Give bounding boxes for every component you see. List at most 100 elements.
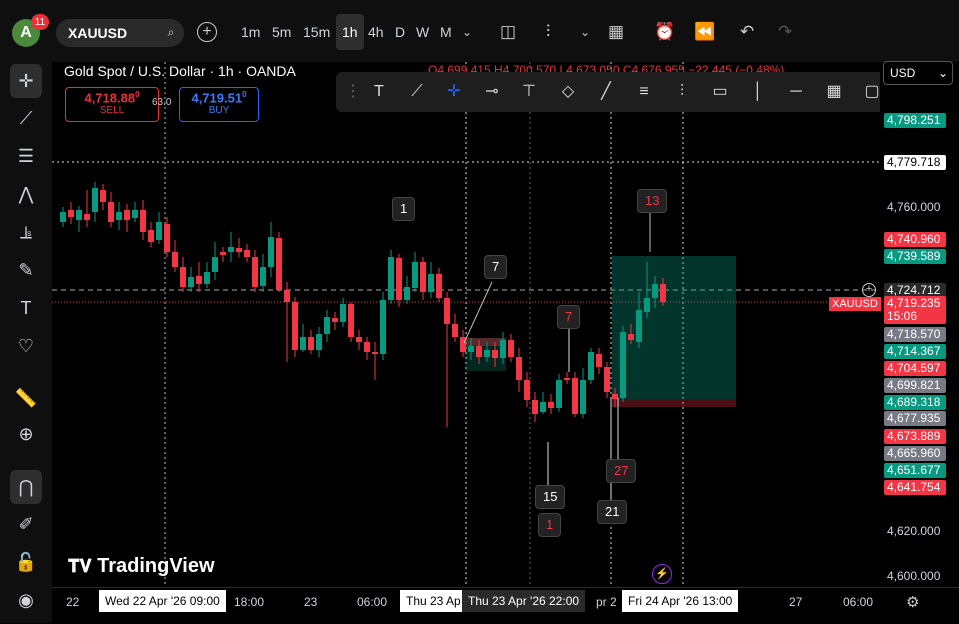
add-alert-plus-icon[interactable]: + (862, 283, 876, 297)
lock-drawing-icon[interactable]: ✐ (11, 512, 41, 536)
price-scale[interactable] (880, 62, 959, 587)
currency-select[interactable]: USD ⌄ (883, 61, 953, 85)
currency-value: USD (890, 66, 916, 80)
text-note-icon[interactable]: ⊤ (516, 80, 542, 104)
chart-marker[interactable]: 7 (557, 305, 581, 329)
price-label: 4,651.677 (884, 463, 946, 478)
lightning-icon[interactable]: ⚡ (652, 564, 672, 584)
time-label: 23 (304, 595, 318, 609)
candle-body (652, 284, 658, 298)
price-label: 4,740.960 (884, 232, 946, 247)
candle-body (340, 304, 346, 322)
candle-body (124, 210, 130, 220)
chart-marker[interactable]: 21 (597, 500, 628, 524)
grid-tool-icon[interactable]: ▦ (821, 80, 847, 104)
text-tool-icon[interactable]: T (366, 80, 392, 104)
crosshair-tool-icon[interactable]: ✛ (441, 80, 467, 104)
candle-body (396, 258, 402, 300)
chart-marker[interactable]: 13 (637, 189, 668, 213)
chart-marker[interactable]: 7 (484, 255, 508, 279)
horizontal-ray-icon[interactable]: ⊸ (479, 80, 505, 104)
eye-icon[interactable]: ◉ (11, 588, 41, 612)
ruler-icon[interactable]: 📏 (11, 386, 41, 410)
trendline-tool-icon[interactable]: ⟋ (404, 80, 430, 104)
candle-body (244, 250, 250, 257)
long-position-stop (612, 399, 736, 407)
buy-button[interactable]: 4,719.510 BUY (179, 87, 259, 122)
chevron-down-icon[interactable]: ⌄ (462, 25, 472, 39)
timeframe-1h[interactable]: 1h (336, 14, 364, 50)
alert-clock-icon[interactable]: ⏰ (654, 22, 675, 42)
candle-body (620, 332, 626, 398)
fib-tool-icon[interactable]: ≡ (631, 80, 657, 104)
pattern-icon[interactable]: ⋀ (11, 182, 41, 206)
symbol-search-icon[interactable]: ⌕ (162, 23, 180, 41)
candle-body (372, 352, 378, 354)
sell-button[interactable]: 4,718.880 SELL (65, 87, 159, 122)
chart-marker[interactable]: 15 (535, 485, 566, 509)
candle-body (556, 380, 562, 408)
layout-grid-icon[interactable]: ▦ (608, 22, 624, 42)
redo-icon[interactable]: ↷ (778, 22, 792, 42)
candle-body (484, 350, 490, 357)
timeframe-w[interactable]: W (416, 24, 429, 40)
price-label: 4,699.821 (884, 378, 946, 393)
compare-plus-icon[interactable]: + (197, 22, 217, 42)
vertical-line-icon[interactable]: │ (745, 80, 771, 104)
line-tool-icon[interactable]: ╱ (593, 80, 619, 104)
timeframe-15m[interactable]: 15m (303, 24, 330, 40)
candle-body (588, 352, 594, 380)
candle-body (148, 230, 154, 242)
timeframe-5m[interactable]: 5m (272, 24, 291, 40)
candle-body (60, 212, 66, 222)
sell-price-sup: 0 (135, 90, 140, 99)
comment-icon[interactable]: ▭ (707, 80, 733, 104)
trendline-icon[interactable]: ⟋ (11, 106, 41, 130)
candle-body (612, 394, 618, 399)
chart-marker[interactable]: 1 (538, 513, 562, 537)
replay-icon[interactable]: ⏪ (694, 22, 715, 42)
zoom-in-icon[interactable]: ⊕ (11, 422, 41, 446)
horizontal-line-icon[interactable]: ─ (783, 80, 809, 104)
candle-body (156, 222, 162, 240)
crosshair-icon[interactable]: ✛ (10, 64, 42, 98)
eraser-icon[interactable]: ◇ (555, 80, 581, 104)
candlestick-chart[interactable] (52, 62, 880, 587)
chevron-down-icon[interactable]: ⌄ (580, 25, 590, 39)
timeframe-d[interactable]: D (395, 24, 405, 40)
timeframe-1m[interactable]: 1m (241, 24, 260, 40)
undo-icon[interactable]: ↶ (740, 22, 754, 42)
candle-body (268, 237, 274, 267)
candle-body (356, 337, 362, 342)
candle-body (564, 378, 570, 380)
brush-icon[interactable]: ✎ (11, 258, 41, 282)
timeframe-m[interactable]: M (440, 24, 452, 40)
chart-area[interactable] (52, 62, 880, 587)
text-icon[interactable]: T (11, 296, 41, 320)
buy-price-sup: 0 (242, 90, 247, 99)
fib-icon[interactable]: ☰ (11, 144, 41, 168)
channel-tool-icon[interactable]: ⫶ (669, 80, 695, 104)
chart-marker[interactable]: 27 (606, 459, 637, 483)
chart-marker[interactable]: 1 (392, 197, 416, 221)
candle-body (180, 267, 186, 287)
candles-icon[interactable]: ◫ (500, 22, 516, 42)
drag-handle-icon[interactable]: ⋮ (340, 80, 366, 104)
forecast-icon[interactable]: ⫡ (11, 220, 41, 244)
candle-body (196, 276, 202, 284)
time-label: pr 2 (596, 595, 617, 609)
magnet-icon[interactable]: ⋂ (10, 470, 42, 504)
price-label: 4,677.935 (884, 411, 946, 426)
candle-body (444, 298, 450, 324)
settings-gear-icon[interactable]: ⚙ (906, 593, 919, 611)
chart-legend-title[interactable]: Gold Spot / U.S. Dollar · 1h · OANDA (64, 63, 296, 79)
timeframe-4h[interactable]: 4h (368, 24, 384, 40)
lock-icon[interactable]: 🔓 (11, 550, 41, 574)
price-label: 4,689.318 (884, 395, 946, 410)
spread-value: 63.0 (152, 97, 172, 108)
indicators-icon[interactable]: ⫶ (546, 22, 550, 42)
candle-body (308, 337, 314, 350)
heart-icon[interactable]: ♡ (11, 334, 41, 358)
candle-body (388, 257, 394, 300)
candle-body (132, 210, 138, 218)
